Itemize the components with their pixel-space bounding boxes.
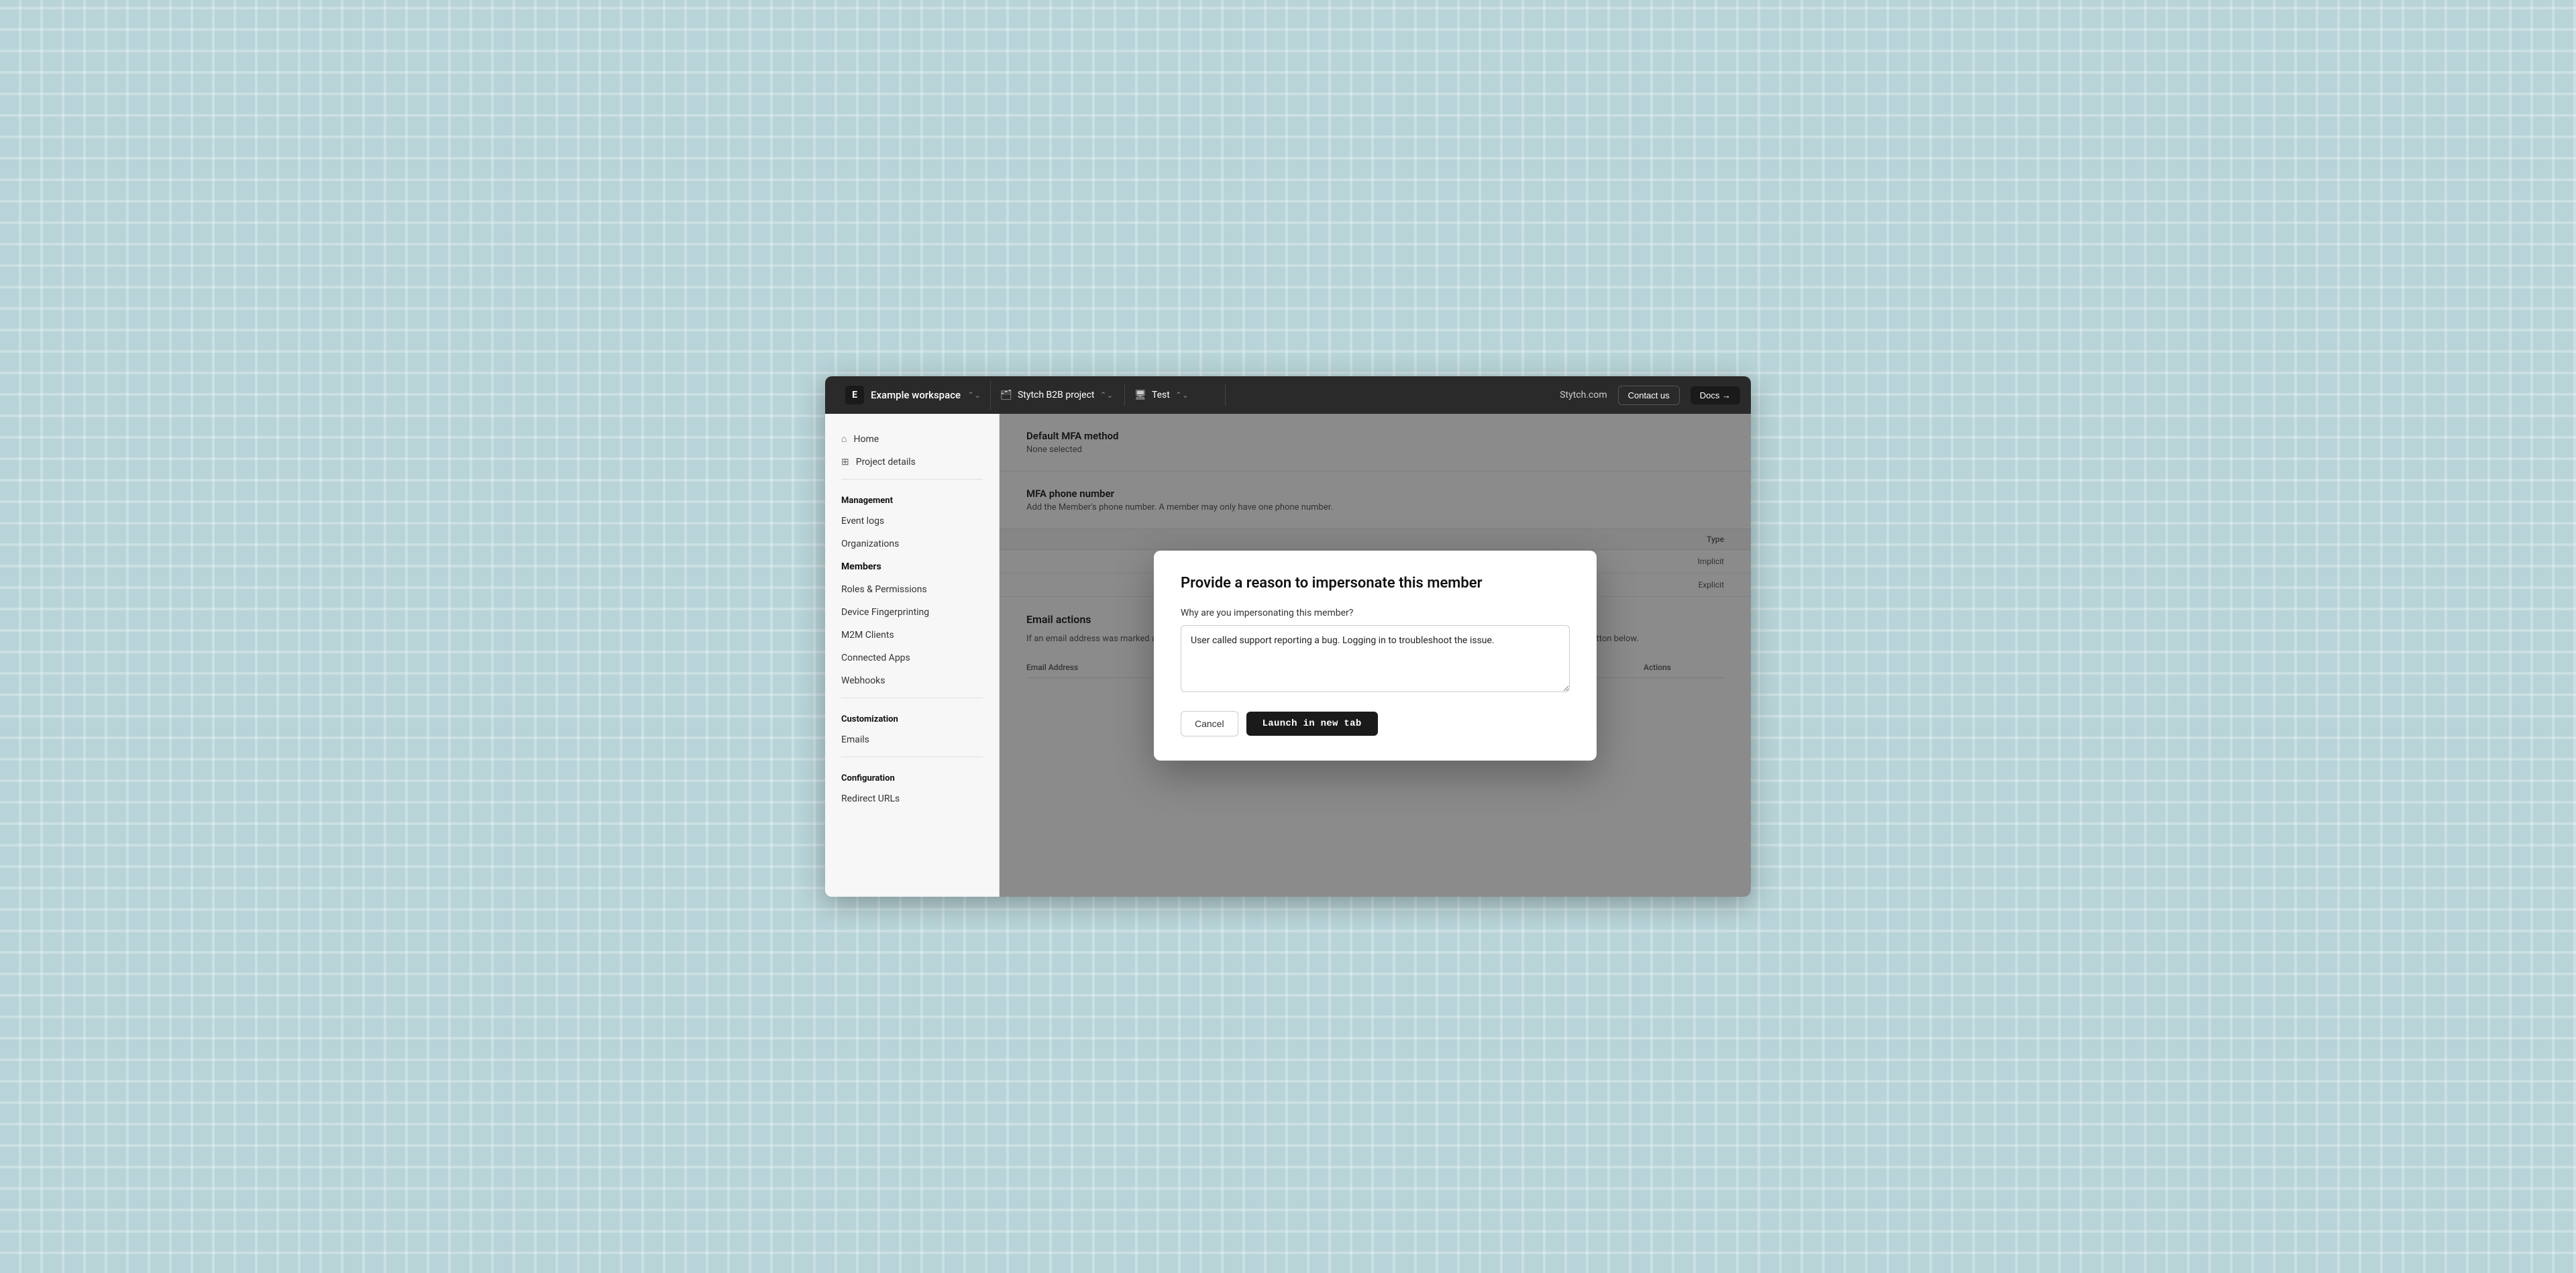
sidebar-item-project-details-label: Project details <box>856 457 916 467</box>
workspace-icon: E <box>845 386 864 404</box>
cancel-button[interactable]: Cancel <box>1181 711 1238 736</box>
project-chevron-icon: ⌃⌄ <box>1099 390 1113 400</box>
app-window: E Example workspace ⌃⌄ 🗂 Stytch B2B proj… <box>825 376 1751 897</box>
project-name: Stytch B2B project <box>1018 390 1095 400</box>
sidebar-item-event-logs-label: Event logs <box>841 516 884 527</box>
sidebar-item-organizations-label: Organizations <box>841 539 899 549</box>
sidebar-item-roles-permissions[interactable]: Roles & Permissions <box>825 578 999 601</box>
reason-textarea[interactable]: User called support reporting a bug. Log… <box>1181 625 1570 692</box>
sidebar-item-connected-apps-label: Connected Apps <box>841 653 910 663</box>
sidebar-item-home[interactable]: ⌂ Home <box>825 427 999 451</box>
sidebar-item-m2m-clients-label: M2M Clients <box>841 630 894 641</box>
sidebar-item-device-fingerprinting-label: Device Fingerprinting <box>841 607 929 618</box>
sidebar-item-webhooks[interactable]: Webhooks <box>825 669 999 692</box>
docs-button[interactable]: Docs → <box>1690 386 1740 404</box>
home-icon: ⌂ <box>841 433 847 445</box>
configuration-section-label: Configuration <box>825 763 999 787</box>
stytch-link[interactable]: Stytch.com <box>1560 390 1607 400</box>
sidebar-item-emails[interactable]: Emails <box>825 728 999 751</box>
sidebar-item-project-details[interactable]: ⊞ Project details <box>825 451 999 474</box>
workspace-name: Example workspace <box>871 389 961 401</box>
sidebar: ⌂ Home ⊞ Project details Management Even… <box>825 414 1000 897</box>
workspace-selector[interactable]: E Example workspace ⌃⌄ <box>836 380 991 410</box>
main-layout: ⌂ Home ⊞ Project details Management Even… <box>825 414 1751 897</box>
modal-overlay: Provide a reason to impersonate this mem… <box>1000 414 1751 897</box>
sidebar-item-home-label: Home <box>853 434 879 445</box>
content-area: Default MFA method None selected MFA pho… <box>1000 414 1751 897</box>
sidebar-item-emails-label: Emails <box>841 734 869 745</box>
sidebar-item-connected-apps[interactable]: Connected Apps <box>825 647 999 669</box>
workspace-chevron-icon: ⌃⌄ <box>967 390 981 400</box>
launch-button[interactable]: Launch in new tab <box>1246 712 1378 736</box>
customization-section-label: Customization <box>825 704 999 728</box>
env-chevron-icon: ⌃⌄ <box>1175 390 1189 400</box>
project-selector[interactable]: 🗂 Stytch B2B project ⌃⌄ <box>991 384 1125 406</box>
sidebar-item-redirect-urls-label: Redirect URLs <box>841 793 900 804</box>
sidebar-item-event-logs[interactable]: Event logs <box>825 510 999 533</box>
impersonate-modal: Provide a reason to impersonate this mem… <box>1154 551 1597 761</box>
sidebar-item-organizations[interactable]: Organizations <box>825 533 999 555</box>
modal-title: Provide a reason to impersonate this mem… <box>1181 575 1570 592</box>
modal-label: Why are you impersonating this member? <box>1181 608 1570 618</box>
sidebar-item-device-fingerprinting[interactable]: Device Fingerprinting <box>825 601 999 624</box>
management-section-label: Management <box>825 485 999 510</box>
sidebar-item-roles-permissions-label: Roles & Permissions <box>841 584 927 595</box>
sidebar-item-m2m-clients[interactable]: M2M Clients <box>825 624 999 647</box>
modal-actions: Cancel Launch in new tab <box>1181 711 1570 736</box>
env-name: Test <box>1152 390 1170 400</box>
sidebar-item-redirect-urls[interactable]: Redirect URLs <box>825 787 999 810</box>
env-icon: 🖥 <box>1134 390 1146 400</box>
contact-button[interactable]: Contact us <box>1618 386 1680 405</box>
top-nav: E Example workspace ⌃⌄ 🗂 Stytch B2B proj… <box>825 376 1751 414</box>
sidebar-item-webhooks-label: Webhooks <box>841 675 885 686</box>
project-details-icon: ⊞ <box>841 457 849 467</box>
nav-right: Stytch.com Contact us Docs → <box>1560 386 1740 405</box>
sidebar-divider-1 <box>841 479 983 480</box>
sidebar-item-members-label: Members <box>841 561 881 572</box>
sidebar-item-members[interactable]: Members <box>825 555 999 578</box>
project-icon: 🗂 <box>1000 390 1012 400</box>
env-selector[interactable]: 🖥 Test ⌃⌄ <box>1125 384 1226 406</box>
